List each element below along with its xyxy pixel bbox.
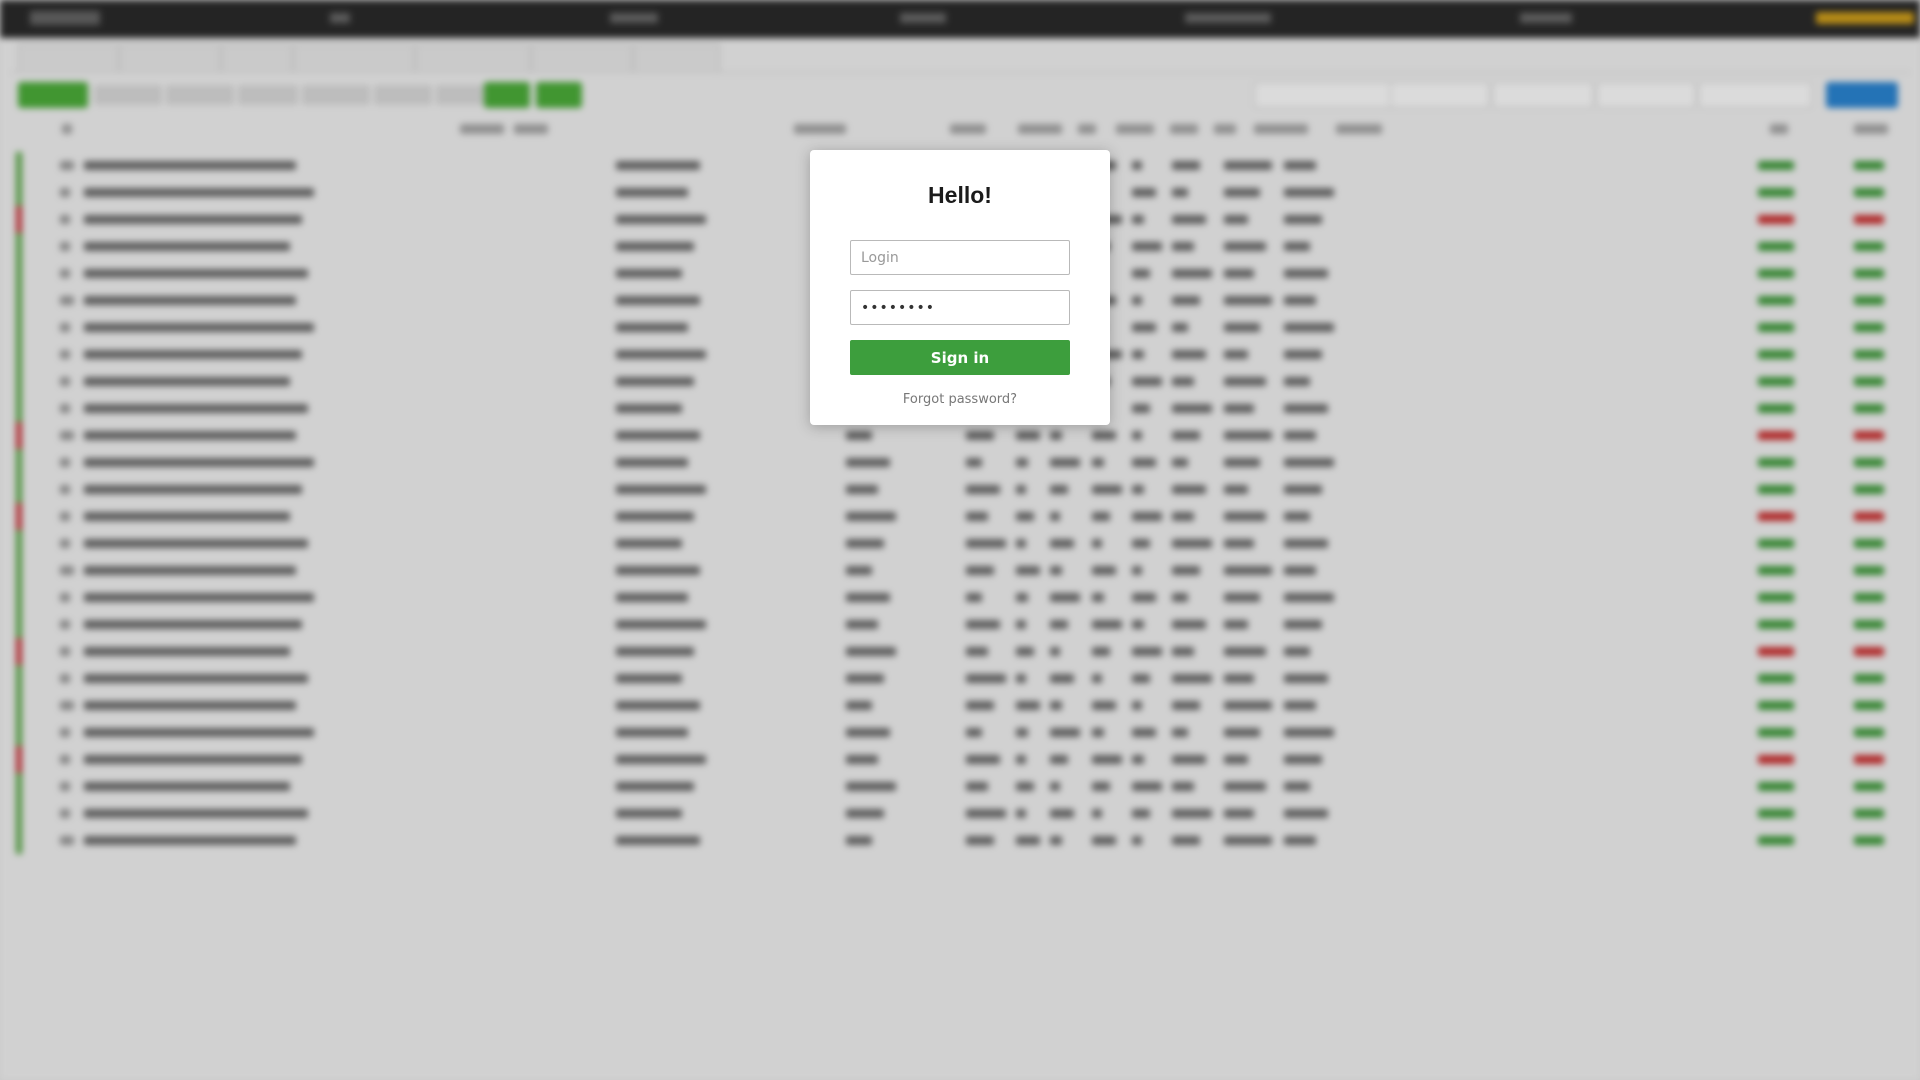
password-field[interactable] (850, 290, 1070, 325)
sign-in-button[interactable]: Sign in (850, 340, 1070, 375)
forgot-password-link[interactable]: Forgot password? (810, 392, 1110, 407)
login-field[interactable] (850, 240, 1070, 275)
modal-title: Hello! (928, 182, 992, 208)
login-modal: Hello! Sign in Forgot password? (810, 150, 1110, 425)
